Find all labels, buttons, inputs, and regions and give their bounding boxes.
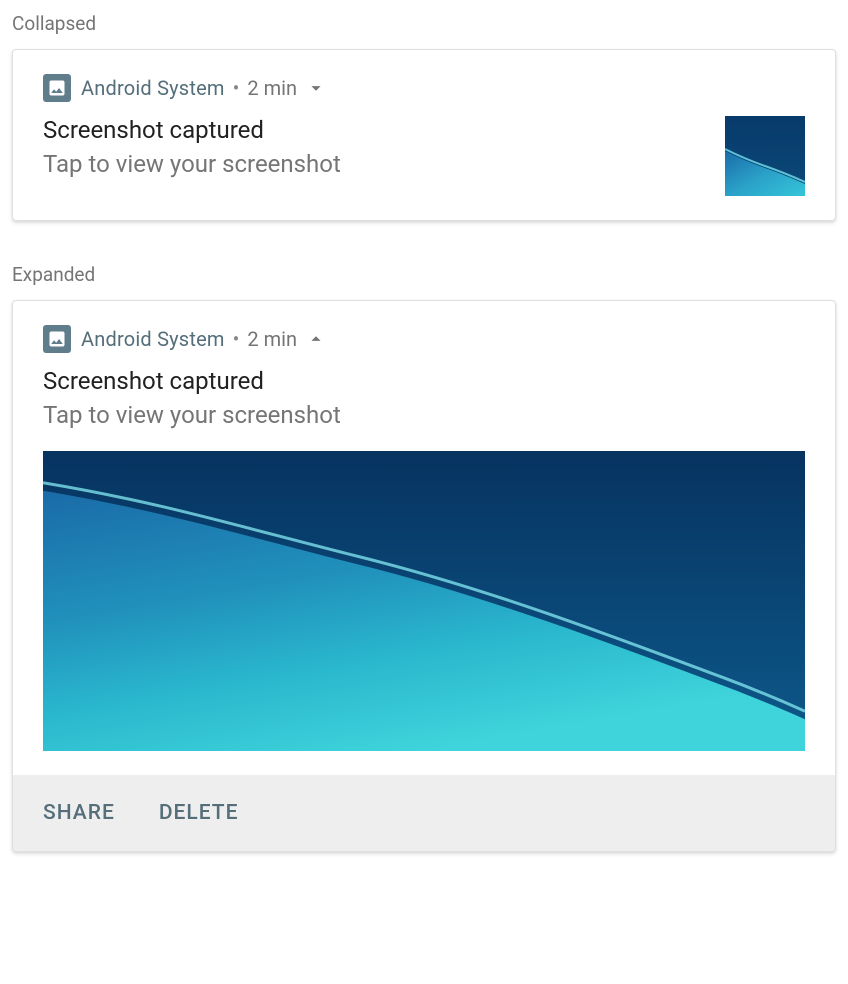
screenshot-preview	[43, 451, 805, 751]
chevron-down-icon[interactable]	[305, 77, 327, 99]
notification-title: Screenshot captured	[43, 116, 709, 144]
collapsed-label: Collapsed	[12, 12, 836, 35]
notification-header: Android System • 2 min	[43, 325, 805, 353]
image-icon	[43, 74, 71, 102]
separator-dot: •	[233, 76, 240, 100]
notification-header: Android System • 2 min	[43, 74, 805, 102]
action-bar: SHARE DELETE	[13, 775, 835, 851]
screenshot-thumbnail	[725, 116, 805, 196]
notification-card-collapsed[interactable]: Android System • 2 min Screenshot captur…	[12, 49, 836, 221]
app-name: Android System	[81, 327, 225, 351]
share-button[interactable]: SHARE	[43, 801, 115, 825]
app-name: Android System	[81, 76, 225, 100]
notification-subtitle: Tap to view your screenshot	[43, 150, 709, 178]
expanded-label: Expanded	[12, 263, 836, 286]
notification-subtitle: Tap to view your screenshot	[43, 401, 805, 429]
separator-dot: •	[233, 327, 240, 351]
notification-card-expanded[interactable]: Android System • 2 min Screenshot captur…	[12, 300, 836, 852]
timestamp: 2 min	[247, 76, 297, 100]
notification-title: Screenshot captured	[43, 367, 805, 395]
delete-button[interactable]: DELETE	[159, 801, 239, 825]
chevron-up-icon[interactable]	[305, 328, 327, 350]
timestamp: 2 min	[247, 327, 297, 351]
image-icon	[43, 325, 71, 353]
